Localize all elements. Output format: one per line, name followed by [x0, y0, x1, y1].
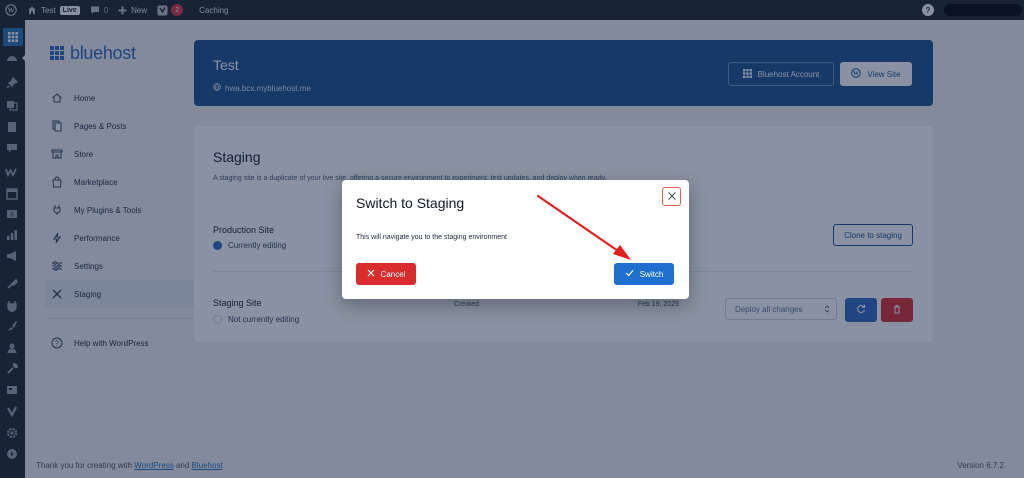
- switch-label: Switch: [639, 269, 664, 279]
- check-icon: [625, 269, 634, 279]
- modal-message: This will navigate you to the staging en…: [356, 234, 507, 241]
- switch-button[interactable]: Switch: [614, 263, 674, 285]
- switch-to-staging-modal: Switch to Staging This will navigate you…: [342, 180, 689, 299]
- modal-title: Switch to Staging: [356, 195, 465, 211]
- close-icon: [667, 188, 677, 206]
- cancel-label: Cancel: [380, 269, 406, 279]
- cancel-button[interactable]: Cancel: [356, 263, 416, 285]
- modal-close-button[interactable]: [662, 187, 681, 206]
- x-icon: [367, 269, 375, 279]
